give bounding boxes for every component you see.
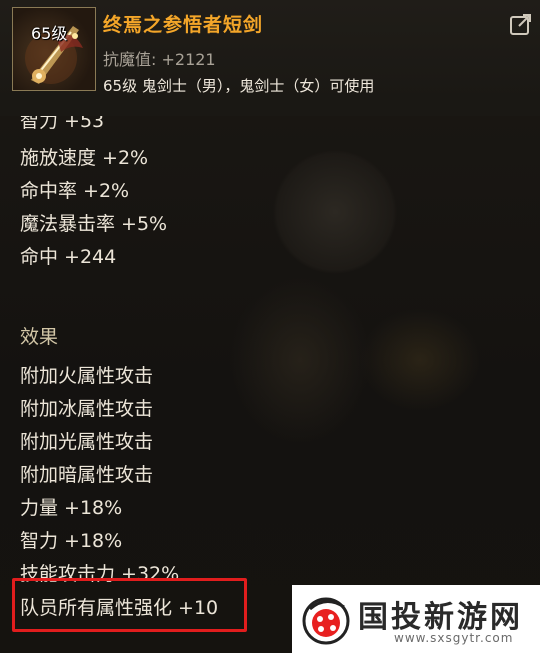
effect-strength: 力量 +18% <box>20 497 123 519</box>
item-name: 终焉之参悟者短剑 <box>103 14 264 36</box>
watermark-brand: 国投新游网 <box>358 600 523 635</box>
share-icon[interactable] <box>509 12 533 36</box>
stat-magic-crit: 魔法暴击率 +5% <box>20 213 168 235</box>
watermark-logo-icon <box>302 597 350 645</box>
watermark-url: www.sxsgytr.com <box>394 631 514 645</box>
effect-fire: 附加火属性攻击 <box>20 365 154 387</box>
effect-light: 附加光属性攻击 <box>20 431 154 453</box>
stat-hit-rate: 命中率 +2% <box>20 180 130 202</box>
effect-dark: 附加暗属性攻击 <box>20 464 154 486</box>
effect-title: 效果 <box>20 326 59 348</box>
stat-cast-speed: 施放速度 +2% <box>20 147 149 169</box>
watermark: 国投新游网 www.sxsgytr.com <box>292 585 540 653</box>
sword-item-icon[interactable]: 65级 <box>12 7 96 91</box>
effect-intelligence: 智力 +18% <box>20 530 123 552</box>
class-requirement: 65级 鬼剑士（男），鬼剑士（女）可使用 <box>103 77 375 95</box>
resist-value: 抗魔值: +2121 <box>103 50 216 69</box>
stat-hit: 命中 +244 <box>20 246 117 268</box>
level-badge: 65级 <box>31 24 68 43</box>
scroll-clip <box>0 103 540 116</box>
effect-ice: 附加冰属性攻击 <box>20 398 154 420</box>
item-header: 65级 终焉之参悟者短剑 抗魔值: +2121 65级 鬼剑士（男），鬼剑士（女… <box>0 0 540 104</box>
highlight-box <box>12 578 247 632</box>
